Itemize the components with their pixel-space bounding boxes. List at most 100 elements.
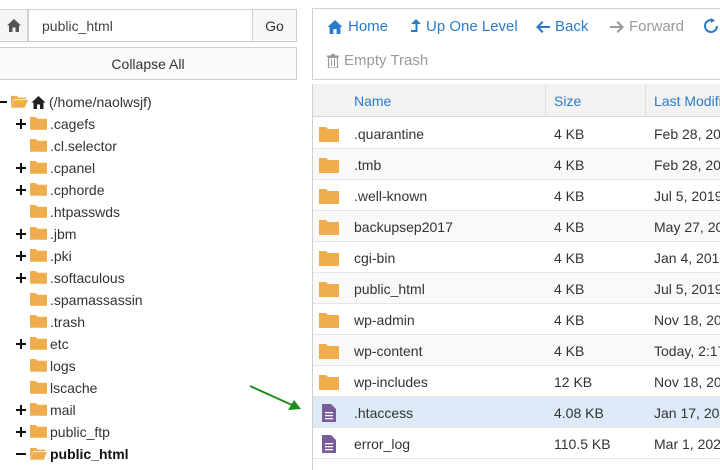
expand-icon[interactable]: [16, 405, 26, 415]
table-row[interactable]: backupsep2017 4 KB May 27, 20: [313, 211, 720, 242]
cell-size: 4 KB: [554, 249, 585, 266]
table-header: Name Size Last Modifi: [313, 84, 720, 117]
home-icon: [327, 19, 343, 34]
table-row[interactable]: error_log 110.5 KB Mar 1, 2020: [313, 428, 720, 459]
tree-item-label: .trash: [50, 314, 86, 330]
tree-item[interactable]: .cagefs: [16, 113, 95, 135]
up-one-level-label: Up One Level: [426, 18, 518, 35]
home-button[interactable]: Home: [327, 18, 388, 35]
cell-modified: Nov 18, 20: [654, 311, 720, 328]
collapse-icon[interactable]: [16, 449, 26, 459]
table-row[interactable]: wp-admin 4 KB Nov 18, 20: [313, 304, 720, 335]
back-button[interactable]: Back: [536, 18, 588, 35]
reload-icon: [704, 18, 718, 33]
expand-icon[interactable]: [16, 229, 26, 239]
level-up-icon: [411, 19, 421, 32]
table-row[interactable]: .well-known 4 KB Jul 5, 2019: [313, 180, 720, 211]
column-header-size[interactable]: Size: [554, 84, 581, 117]
tree-folder-icon-wrap: [30, 380, 47, 397]
tree-item[interactable]: public_html: [16, 443, 129, 465]
cell-modified: Today, 2:17: [654, 342, 720, 359]
tree-item[interactable]: public_ftp: [16, 421, 110, 443]
tree-folder-icon-wrap: [30, 314, 47, 331]
cell-name: .tmb: [354, 156, 382, 173]
tree-item[interactable]: lscache: [16, 377, 97, 399]
tree-folder-icon-wrap: [30, 292, 47, 309]
folder-icon: [30, 292, 47, 306]
folder-icon: [30, 248, 47, 262]
row-icon-cell: [317, 242, 341, 273]
tree-item[interactable]: .htpasswds: [16, 201, 120, 223]
folder-icon: [319, 312, 339, 328]
tree-item-label: .pki: [50, 248, 72, 264]
expand-icon[interactable]: [16, 273, 26, 283]
cell-modified: Mar 1, 2020: [654, 435, 720, 452]
file-list-panel: Home Up One Level Back Forward Empty Tra…: [312, 0, 720, 470]
table-row[interactable]: .tmb 4 KB Feb 28, 20: [313, 149, 720, 180]
expand-icon[interactable]: [16, 427, 26, 437]
up-one-level-button[interactable]: Up One Level: [411, 18, 518, 35]
tree-item[interactable]: .pki: [16, 245, 72, 267]
tree-item[interactable]: .spamassassin: [16, 289, 143, 311]
collapse-all-button[interactable]: Collapse All: [0, 47, 297, 80]
cell-size: 4 KB: [554, 125, 585, 142]
folder-icon: [30, 204, 47, 218]
tree-item[interactable]: etc: [16, 333, 69, 355]
expand-icon[interactable]: [16, 339, 26, 349]
cell-size: 4.08 KB: [554, 404, 604, 421]
cell-name: .quarantine: [354, 125, 425, 142]
folder-icon: [319, 126, 339, 142]
cell-modified: Feb 28, 20: [654, 156, 720, 173]
cell-name: cgi-bin: [354, 249, 396, 266]
tree-folder-icon-wrap: [11, 94, 28, 111]
table-row[interactable]: cgi-bin 4 KB Jan 4, 2018: [313, 242, 720, 273]
tree-folder-icon-wrap: [30, 336, 47, 353]
expand-icon[interactable]: [16, 119, 26, 129]
tree-item[interactable]: .cl.selector: [16, 135, 117, 157]
cell-name: public_html: [354, 280, 425, 297]
table-row[interactable]: .quarantine 4 KB Feb 28, 20: [313, 118, 720, 149]
tree-item[interactable]: logs: [16, 355, 76, 377]
cell-name: .well-known: [354, 187, 428, 204]
expand-icon[interactable]: [16, 185, 26, 195]
path-input[interactable]: [28, 9, 253, 42]
tree-item[interactable]: .cpanel: [16, 157, 95, 179]
cell-modified: Jul 5, 2019: [654, 280, 720, 297]
table-row[interactable]: public_html 4 KB Jul 5, 2019: [313, 273, 720, 304]
tree-item[interactable]: .jbm: [16, 223, 76, 245]
column-header-last-modified[interactable]: Last Modifi: [654, 84, 720, 117]
table-row[interactable]: wp-content 4 KB Today, 2:17: [313, 335, 720, 366]
forward-button[interactable]: Forward: [610, 18, 684, 35]
table-row[interactable]: wp-includes 12 KB Nov 18, 20: [313, 366, 720, 397]
tree-item[interactable]: (/home/naolwsjf): [0, 91, 152, 113]
home-button-label: Home: [348, 18, 389, 35]
reload-button[interactable]: [703, 18, 720, 34]
cell-modified: Jan 17, 202: [654, 404, 720, 421]
tree-item-label: lscache: [50, 380, 98, 396]
empty-trash-button[interactable]: Empty Trash: [327, 52, 428, 69]
row-icon-cell: [317, 273, 341, 304]
folder-icon: [30, 116, 47, 130]
tree-item[interactable]: mail: [16, 399, 76, 421]
trash-icon: [327, 53, 339, 68]
expand-icon[interactable]: [16, 251, 26, 261]
collapse-icon[interactable]: [0, 97, 7, 107]
go-button[interactable]: Go: [252, 9, 297, 42]
tree-item[interactable]: .softaculous: [16, 267, 125, 289]
home-directory-button[interactable]: [0, 9, 28, 42]
expand-icon[interactable]: [16, 163, 26, 173]
folder-icon: [30, 336, 47, 350]
arrow-left-icon: [536, 20, 550, 33]
tree-item[interactable]: .cphorde: [16, 179, 104, 201]
forward-button-label: Forward: [629, 18, 685, 35]
annotation-arrow-icon: [249, 385, 301, 410]
table-row[interactable]: .htaccess 4.08 KB Jan 17, 202: [313, 397, 720, 428]
row-icon-cell: [317, 428, 341, 459]
cell-size: 12 KB: [554, 373, 593, 390]
folder-icon: [319, 343, 339, 359]
tree-folder-icon-wrap: [30, 116, 47, 133]
folder-open-icon: [11, 95, 28, 108]
column-header-name[interactable]: Name: [354, 84, 391, 117]
tree-item[interactable]: .trash: [16, 311, 85, 333]
